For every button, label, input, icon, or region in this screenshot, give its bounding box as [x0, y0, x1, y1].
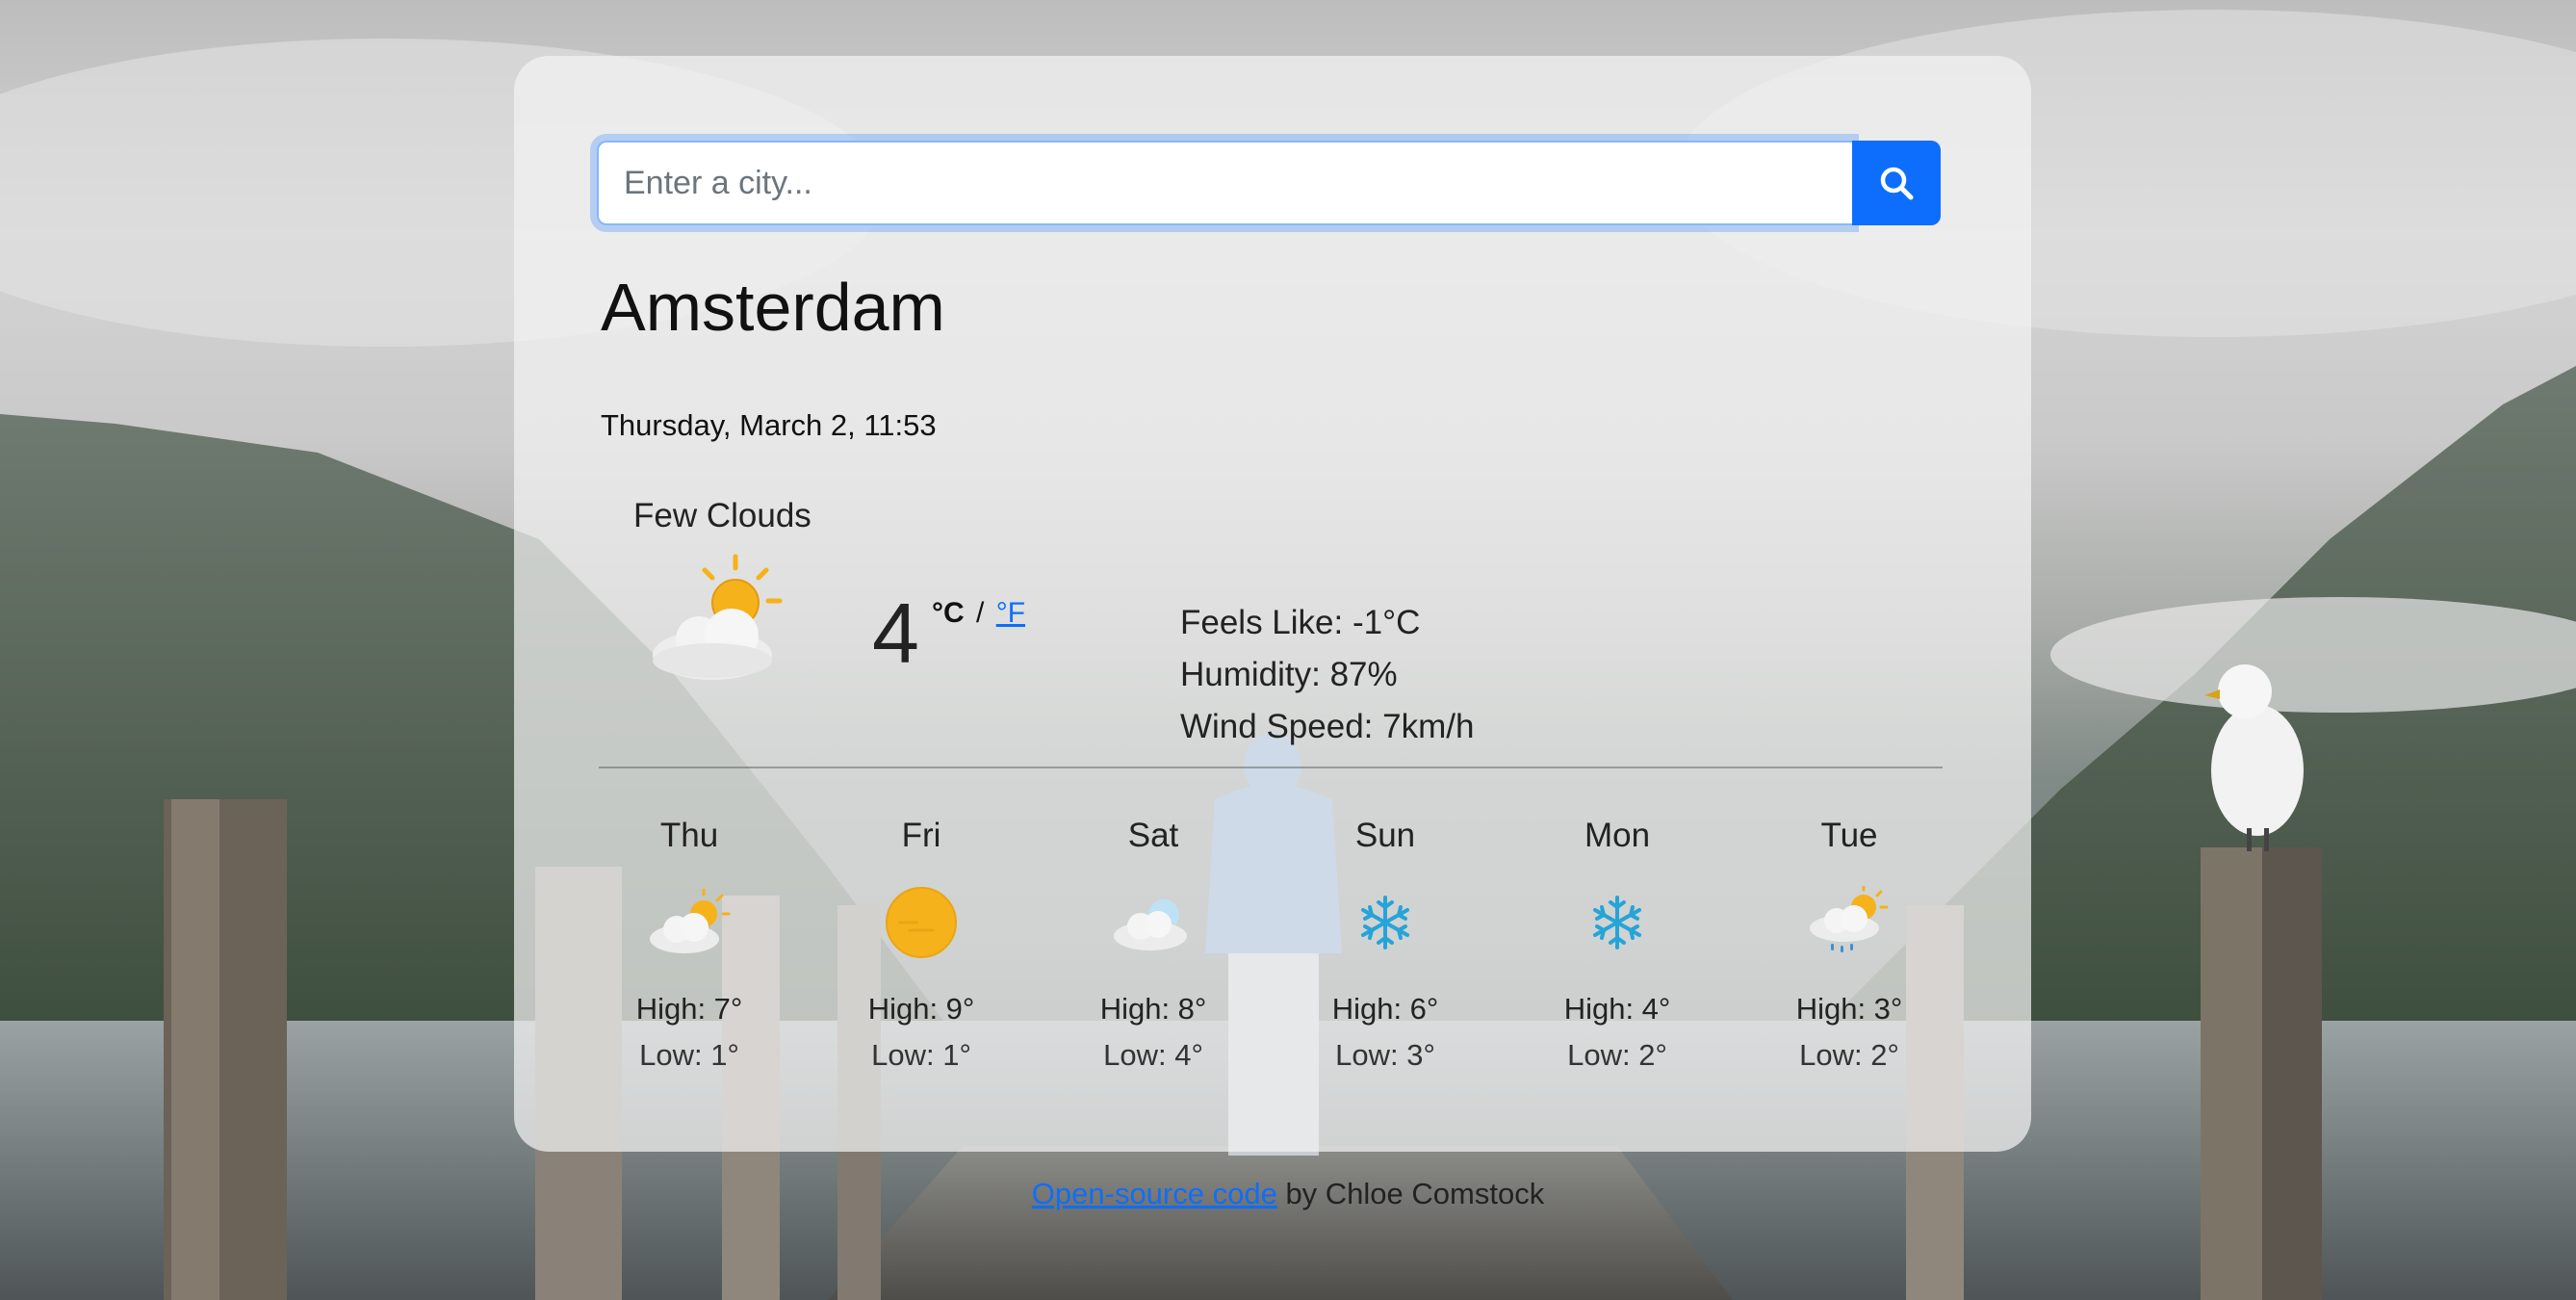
clouds-icon	[1114, 899, 1187, 950]
unit-separator: /	[976, 597, 985, 629]
forecast-day: Mon High: 4° Low: 2°	[1521, 807, 1713, 1079]
forecast-high: High: 8°	[1099, 992, 1207, 1026]
search-button[interactable]	[1852, 141, 1941, 225]
search-icon	[1880, 167, 1914, 200]
forecast-day: Tue High: 3° Low: 2°	[1753, 807, 1945, 1079]
city-search-input[interactable]	[597, 141, 1853, 225]
forecast-low: Low: 2°	[1799, 1038, 1899, 1072]
humidity: Humidity: 87%	[1180, 656, 1398, 693]
snowflake-icon	[1593, 896, 1641, 949]
wind-speed: Wind Speed: 7km/h	[1180, 708, 1475, 745]
forecast-low: Low: 2°	[1567, 1038, 1667, 1072]
weather-card: Amsterdam Thursday, March 2, 11:53 Few C…	[514, 56, 2031, 1152]
forecast-day: Fri High: 9° Low: 1°	[825, 807, 1018, 1079]
forecast-day-name: Sat	[1127, 817, 1179, 854]
feels-like: Feels Like: -1°C	[1180, 604, 1421, 641]
forecast-day-name: Mon	[1584, 817, 1651, 854]
forecast-day-name: Sun	[1354, 817, 1416, 854]
haze-sun-icon	[886, 887, 957, 958]
celsius-unit: °C	[932, 597, 965, 629]
forecast-low: Low: 3°	[1335, 1038, 1435, 1072]
forecast: Thu High: 7° Low: 1° Fri High: 9° Low: 1…	[599, 807, 1995, 1134]
forecast-high: High: 7°	[635, 992, 743, 1026]
rain-sun-icon	[1810, 886, 1889, 952]
forecast-low: Low: 1°	[639, 1038, 739, 1072]
forecast-day: Sun High: 6° Low: 3°	[1289, 807, 1481, 1079]
weather-description: Few Clouds	[633, 497, 811, 534]
unit-toggle: °C / °F	[932, 597, 1025, 630]
few-clouds-icon	[650, 889, 731, 953]
forecast-day-name: Tue	[1820, 817, 1878, 854]
forecast-high: High: 6°	[1331, 992, 1439, 1026]
forecast-low: Low: 1°	[871, 1038, 971, 1072]
forecast-day-name: Fri	[901, 817, 941, 854]
current-temperature: 4	[872, 585, 919, 681]
fahrenheit-link[interactable]: °F	[996, 597, 1025, 629]
few-clouds-icon	[639, 547, 793, 701]
weather-details: Feels Like: -1°C Humidity: 87% Wind Spee…	[1180, 597, 1474, 753]
divider	[599, 767, 1943, 768]
footer: Open-source code by Chloe Comstock	[0, 1177, 2576, 1211]
forecast-high: High: 3°	[1795, 992, 1903, 1026]
current-datetime: Thursday, March 2, 11:53	[601, 408, 937, 442]
footer-credit: by Chloe Comstock	[1276, 1177, 1545, 1210]
search-form	[597, 141, 1941, 225]
forecast-high: High: 4°	[1563, 992, 1671, 1026]
forecast-high: High: 9°	[867, 992, 975, 1026]
city-name: Amsterdam	[601, 270, 945, 345]
snowflake-icon	[1361, 896, 1409, 949]
open-source-link[interactable]: Open-source code	[1032, 1177, 1277, 1210]
forecast-low: Low: 4°	[1103, 1038, 1203, 1072]
forecast-day-name: Thu	[659, 817, 719, 854]
forecast-day: Thu High: 7° Low: 1°	[593, 807, 786, 1079]
forecast-day: Sat High: 8° Low: 4°	[1057, 807, 1249, 1079]
